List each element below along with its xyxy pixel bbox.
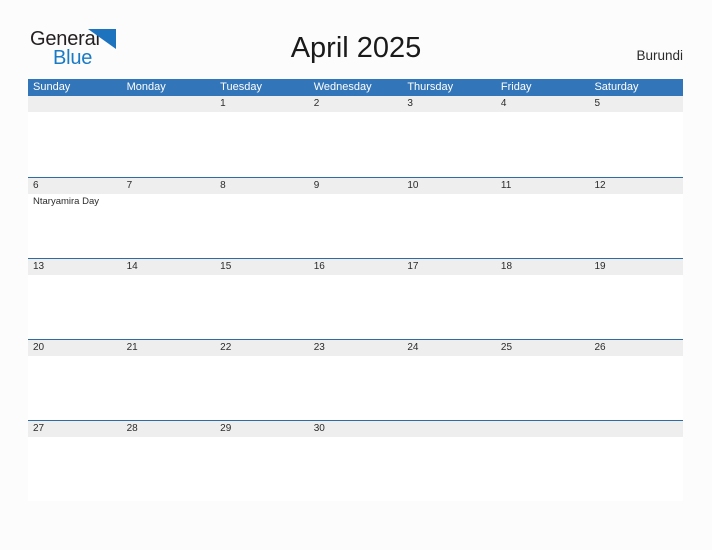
day-number[interactable]: 30	[309, 421, 403, 437]
day-cell[interactable]	[122, 356, 216, 420]
day-cell[interactable]	[496, 275, 590, 339]
event-band	[28, 275, 683, 339]
day-number[interactable]: 9	[309, 178, 403, 194]
day-number[interactable]: 16	[309, 259, 403, 275]
day-number[interactable]: 13	[28, 259, 122, 275]
day-number[interactable]: 28	[122, 421, 216, 437]
calendar-page: General Blue April 2025 Burundi Sunday M…	[0, 0, 712, 550]
day-cell[interactable]	[402, 275, 496, 339]
event-band	[28, 112, 683, 176]
week-row: 27 28 29 30	[28, 420, 683, 501]
day-cell[interactable]	[215, 437, 309, 501]
day-cell[interactable]	[122, 275, 216, 339]
day-cell[interactable]	[28, 112, 122, 176]
event-band	[28, 437, 683, 501]
day-cell[interactable]	[215, 356, 309, 420]
event-label: Ntaryamira Day	[33, 196, 99, 207]
weekday-monday: Monday	[126, 81, 166, 93]
day-number[interactable]: 1	[215, 96, 309, 112]
date-number-band: 27 28 29 30	[28, 421, 683, 437]
day-number[interactable]	[589, 421, 683, 437]
day-number[interactable]: 15	[215, 259, 309, 275]
day-cell[interactable]	[402, 356, 496, 420]
day-number[interactable]: 24	[402, 340, 496, 356]
day-cell[interactable]	[28, 356, 122, 420]
day-number[interactable]: 19	[589, 259, 683, 275]
day-cell[interactable]	[496, 437, 590, 501]
weekday-header-row: Sunday Monday Tuesday Wednesday Thursday…	[28, 79, 683, 96]
day-cell[interactable]	[589, 194, 683, 258]
week-row: 20 21 22 23 24 25 26	[28, 339, 683, 420]
weekday-sunday: Sunday	[33, 81, 71, 93]
weekday-wednesday: Wednesday	[313, 81, 372, 93]
day-number[interactable]: 27	[28, 421, 122, 437]
page-header: General Blue April 2025 Burundi	[0, 0, 712, 78]
day-cell[interactable]	[589, 275, 683, 339]
day-number[interactable]: 11	[496, 178, 590, 194]
week-row: 6 7 8 9 10 11 12 Ntaryamira Day	[28, 177, 683, 258]
day-cell[interactable]	[309, 437, 403, 501]
date-number-band: 20 21 22 23 24 25 26	[28, 340, 683, 356]
day-cell[interactable]	[28, 437, 122, 501]
weekday-thursday: Thursday	[407, 81, 454, 93]
day-number[interactable]: 8	[215, 178, 309, 194]
day-number[interactable]: 4	[496, 96, 590, 112]
day-cell[interactable]	[496, 112, 590, 176]
calendar-grid: Sunday Monday Tuesday Wednesday Thursday…	[28, 79, 683, 501]
day-cell[interactable]	[28, 275, 122, 339]
day-number[interactable]	[28, 96, 122, 112]
day-number[interactable]: 18	[496, 259, 590, 275]
date-number-band: 1 2 3 4 5	[28, 96, 683, 112]
day-number[interactable]: 17	[402, 259, 496, 275]
day-number[interactable]: 2	[309, 96, 403, 112]
day-cell[interactable]	[309, 194, 403, 258]
day-number[interactable]: 23	[309, 340, 403, 356]
day-number[interactable]: 26	[589, 340, 683, 356]
day-cell[interactable]	[402, 194, 496, 258]
day-number[interactable]: 29	[215, 421, 309, 437]
day-cell[interactable]	[215, 112, 309, 176]
day-cell[interactable]: Ntaryamira Day	[28, 194, 122, 258]
day-number[interactable]	[122, 96, 216, 112]
day-cell[interactable]	[122, 194, 216, 258]
day-cell[interactable]	[122, 112, 216, 176]
day-number[interactable]: 3	[402, 96, 496, 112]
day-number[interactable]: 14	[122, 259, 216, 275]
week-row: 13 14 15 16 17 18 19	[28, 258, 683, 339]
day-number[interactable]: 22	[215, 340, 309, 356]
day-number[interactable]	[496, 421, 590, 437]
day-cell[interactable]	[496, 356, 590, 420]
day-number[interactable]	[402, 421, 496, 437]
day-cell[interactable]	[496, 194, 590, 258]
day-cell[interactable]	[589, 112, 683, 176]
day-number[interactable]: 5	[589, 96, 683, 112]
day-cell[interactable]	[402, 112, 496, 176]
weekday-tuesday: Tuesday	[220, 81, 262, 93]
day-number[interactable]: 6	[28, 178, 122, 194]
day-number[interactable]: 7	[122, 178, 216, 194]
day-cell[interactable]	[215, 194, 309, 258]
day-number[interactable]: 10	[402, 178, 496, 194]
day-cell[interactable]	[309, 356, 403, 420]
day-cell[interactable]	[309, 275, 403, 339]
event-band: Ntaryamira Day	[28, 194, 683, 258]
day-cell[interactable]	[589, 356, 683, 420]
date-number-band: 6 7 8 9 10 11 12	[28, 178, 683, 194]
day-number[interactable]: 21	[122, 340, 216, 356]
weekday-saturday: Saturday	[594, 81, 639, 93]
day-number[interactable]: 20	[28, 340, 122, 356]
day-cell[interactable]	[309, 112, 403, 176]
day-cell[interactable]	[402, 437, 496, 501]
day-cell[interactable]	[589, 437, 683, 501]
day-number[interactable]: 12	[589, 178, 683, 194]
weekday-friday: Friday	[500, 81, 532, 93]
day-number[interactable]: 25	[496, 340, 590, 356]
country-label: Burundi	[636, 48, 683, 63]
event-band	[28, 356, 683, 420]
page-title: April 2025	[290, 32, 422, 64]
date-number-band: 13 14 15 16 17 18 19	[28, 259, 683, 275]
week-row: 1 2 3 4 5	[28, 96, 683, 177]
day-cell[interactable]	[122, 437, 216, 501]
day-cell[interactable]	[215, 275, 309, 339]
